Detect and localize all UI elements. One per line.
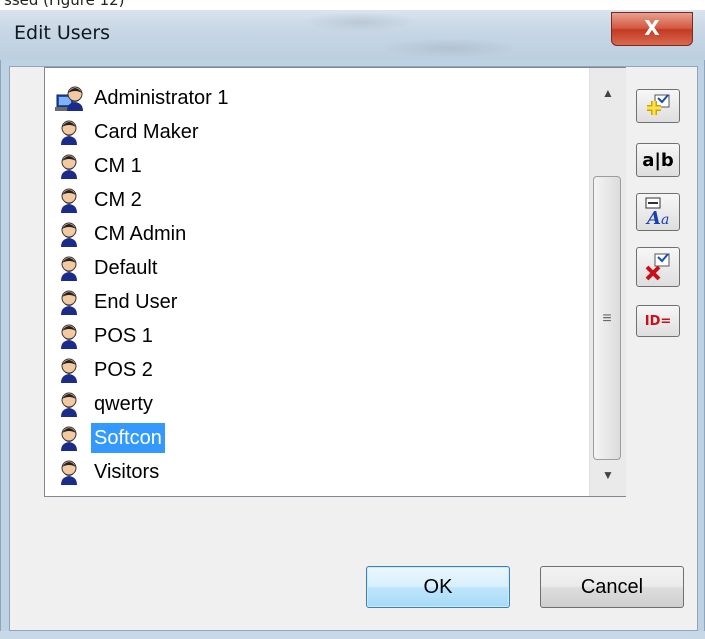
user-icon (61, 256, 77, 281)
list-item[interactable]: Softcon (55, 422, 165, 454)
rename-button[interactable]: a|b (636, 143, 680, 177)
dialog-client-area: Administrator 1 Card Maker CM 1 CM 2 CM Admi… (9, 66, 698, 631)
user-name: POS 1 (94, 325, 153, 347)
add-user-icon (647, 94, 670, 115)
window-bottom-edge (0, 631, 705, 639)
list-item[interactable]: qwerty (55, 388, 156, 420)
list-item[interactable]: CM Admin (55, 218, 189, 250)
list-item[interactable]: CM 1 (55, 150, 145, 182)
list-item[interactable]: End User (55, 286, 180, 318)
user-name: Softcon (91, 423, 165, 453)
user-icon (61, 426, 77, 451)
user-icon (61, 120, 77, 145)
user-name: End User (94, 291, 178, 313)
svg-text:a: a (661, 212, 669, 228)
svg-text:A: A (645, 208, 661, 228)
window-frame: Administrator 1 Card Maker CM 1 CM 2 CM Admi… (0, 60, 705, 639)
id-label: ID= (644, 313, 672, 329)
user-name: Default (94, 257, 158, 279)
caption-fragment-text: ssed (Figure 12) (4, 0, 125, 9)
user-name: POS 2 (94, 359, 153, 381)
user-name: CM 1 (94, 155, 142, 177)
delete-user-icon (645, 253, 670, 281)
title-bar[interactable]: Edit Users X (0, 10, 705, 61)
scroll-up-arrow-icon[interactable]: ▲ (590, 76, 626, 110)
list-item[interactable]: Visitors (55, 456, 162, 488)
user-icon (61, 460, 77, 485)
background-blur (380, 38, 520, 58)
caption-fragment: ssed (Figure 12) (0, 0, 705, 10)
background-blur (300, 12, 420, 32)
cancel-button[interactable]: Cancel (540, 566, 684, 608)
properties-button[interactable]: A a (636, 193, 680, 231)
list-item[interactable]: Card Maker (55, 116, 201, 148)
user-name: Administrator 1 (94, 87, 229, 109)
user-name: qwerty (94, 393, 153, 415)
scroll-down-arrow-icon[interactable]: ▼ (590, 458, 626, 492)
add-user-button[interactable] (636, 89, 680, 123)
edit-users-dialog: Edit Users X ssed (Figure 12) Administra… (0, 0, 705, 639)
user-name: Visitors (94, 461, 160, 483)
close-button[interactable]: X (611, 12, 693, 46)
list-item[interactable]: CM 2 (55, 184, 145, 216)
list-item[interactable]: Administrator 1 (55, 82, 232, 114)
user-icon (61, 324, 77, 349)
dialog-title: Edit Users (14, 22, 111, 44)
user-icon (61, 392, 77, 417)
rename-label: a|b (642, 149, 674, 171)
user-icon (61, 188, 77, 213)
ok-button[interactable]: OK (366, 566, 510, 608)
users-listbox[interactable]: Administrator 1 Card Maker CM 1 CM 2 CM Admi… (44, 67, 626, 497)
users-list[interactable]: Administrator 1 Card Maker CM 1 CM 2 CM Admi… (45, 68, 589, 496)
properties-icon: A a (645, 197, 669, 228)
admin-user-icon (55, 86, 83, 111)
id-button[interactable]: ID= (636, 305, 680, 337)
list-item[interactable]: Default (55, 252, 160, 284)
delete-user-button[interactable] (636, 247, 680, 287)
user-icon (61, 154, 77, 179)
grip-icon: ≡ (602, 310, 612, 327)
user-icon (61, 290, 77, 315)
user-icon (61, 358, 77, 383)
list-item[interactable]: POS 2 (55, 354, 156, 386)
vertical-scrollbar[interactable]: ▲ ≡ ▼ (589, 68, 626, 496)
user-name: CM Admin (94, 223, 187, 245)
user-name: CM 2 (94, 189, 142, 211)
user-name: Card Maker (94, 121, 199, 143)
scrollbar-thumb[interactable]: ≡ (593, 176, 621, 460)
user-icon (61, 222, 77, 247)
list-item[interactable]: POS 1 (55, 320, 156, 352)
